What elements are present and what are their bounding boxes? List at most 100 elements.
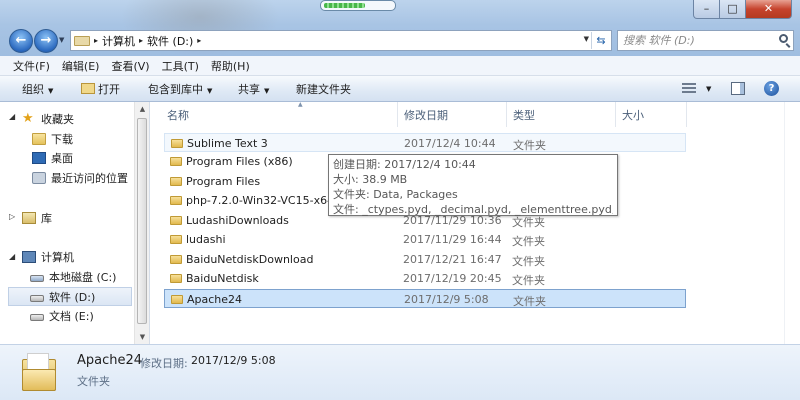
column-name[interactable]: 名称 bbox=[162, 102, 398, 127]
file-name: LudashiDownloads bbox=[186, 214, 289, 227]
scrollbar-thumb[interactable] bbox=[137, 118, 147, 324]
computer-icon bbox=[22, 250, 36, 263]
view-dropdown-icon[interactable]: ▼ bbox=[706, 85, 711, 93]
library-icon bbox=[22, 211, 36, 224]
recent-pages-dropdown[interactable]: ▼ bbox=[59, 36, 64, 44]
recent-places-icon bbox=[32, 171, 46, 184]
address-dropdown-icon[interactable]: ▼ bbox=[584, 35, 589, 43]
back-button[interactable]: ← bbox=[9, 29, 33, 53]
drive-icon bbox=[30, 294, 44, 302]
include-in-library-button[interactable]: 包含到库中 ▼ bbox=[148, 81, 212, 97]
expand-arrow-icon[interactable]: ◢ bbox=[9, 112, 15, 121]
search-input[interactable] bbox=[618, 31, 768, 50]
folder-icon bbox=[171, 139, 183, 148]
navigation-scrollbar[interactable]: ▲ ▼ bbox=[134, 102, 149, 344]
sidebar-item-label: 软件 (D:) bbox=[49, 290, 96, 304]
sidebar-item-label: 本地磁盘 (C:) bbox=[49, 270, 117, 284]
sidebar-item-label: 下载 bbox=[51, 132, 73, 146]
file-row[interactable]: BaiduNetdisk 2017/12/19 20:45 文件夹 bbox=[164, 269, 686, 288]
menu-view[interactable]: 查看(V) bbox=[111, 58, 149, 74]
help-icon[interactable]: ? bbox=[764, 81, 779, 96]
search-icon[interactable] bbox=[779, 34, 788, 43]
breadcrumb-arrow-icon[interactable]: ▸ bbox=[94, 36, 98, 45]
file-type: 文件夹 bbox=[513, 295, 546, 308]
file-row-selected[interactable]: Apache24 2017/12/9 5:08 文件夹 bbox=[164, 289, 686, 308]
open-button[interactable]: 打开 bbox=[81, 81, 120, 97]
file-name: BaiduNetdisk bbox=[186, 272, 259, 285]
sidebar-item-drive-d[interactable]: 软件 (D:) bbox=[8, 287, 132, 306]
details-pane: Apache24 修改日期: 2017/12/9 5:08 文件夹 bbox=[0, 344, 800, 400]
column-date-modified[interactable]: 修改日期 bbox=[399, 102, 507, 127]
tooltip-size: 大小: 38.9 MB bbox=[333, 173, 408, 186]
loading-indicator-fill bbox=[324, 3, 365, 8]
downloads-folder-icon bbox=[32, 132, 46, 145]
sidebar-item-label: 文档 (E:) bbox=[49, 309, 94, 323]
include-library-label: 包含到库中 bbox=[148, 83, 203, 96]
view-options-icon[interactable] bbox=[682, 83, 696, 94]
tooltip-created: 创建日期: 2017/12/4 10:44 bbox=[333, 158, 476, 171]
breadcrumb-arrow-icon[interactable]: ▸ bbox=[197, 36, 201, 45]
expand-arrow-icon[interactable]: ▷ bbox=[9, 212, 15, 221]
folder-info-tooltip: 创建日期: 2017/12/4 10:44 大小: 38.9 MB 文件夹: D… bbox=[328, 154, 618, 216]
file-name: ludashi bbox=[186, 233, 226, 246]
chevron-down-icon: ▼ bbox=[264, 87, 270, 95]
new-folder-button[interactable]: 新建文件夹 bbox=[296, 81, 351, 97]
sidebar-item-label: 最近访问的位置 bbox=[51, 171, 128, 185]
file-type: 文件夹 bbox=[512, 274, 545, 287]
folder-icon bbox=[170, 177, 182, 186]
share-button[interactable]: 共享 ▼ bbox=[238, 81, 269, 97]
drive-icon bbox=[30, 313, 44, 321]
column-size[interactable]: 大小 bbox=[617, 102, 687, 127]
column-header-row: ▲ 名称 修改日期 类型 大小 bbox=[150, 101, 800, 127]
file-name: Sublime Text 3 bbox=[187, 137, 268, 150]
folder-icon bbox=[170, 216, 182, 225]
file-type: 文件夹 bbox=[512, 255, 545, 268]
menu-file[interactable]: 文件(F) bbox=[13, 58, 50, 74]
menu-help[interactable]: 帮助(H) bbox=[211, 58, 250, 74]
folder-icon bbox=[22, 351, 56, 391]
folder-icon bbox=[170, 235, 182, 244]
folder-icon bbox=[170, 157, 182, 166]
file-name: php-7.2.0-Win32-VC15-x64 bbox=[186, 194, 335, 207]
breadcrumb-computer[interactable]: 计算机 bbox=[102, 33, 135, 49]
search-box[interactable] bbox=[617, 30, 794, 51]
open-folder-icon bbox=[81, 83, 95, 94]
file-name: Apache24 bbox=[187, 293, 243, 306]
navigation-pane: ◢ ★ 收藏夹 下载 桌面 最近访问的位置 ▷ 库 ◢ 计算机 本地磁盘 (C:… bbox=[0, 102, 150, 344]
open-label: 打开 bbox=[98, 83, 120, 96]
sidebar-item-label: 收藏夹 bbox=[41, 112, 74, 126]
refresh-icon[interactable]: ⇆ bbox=[591, 32, 610, 49]
maximize-button[interactable]: □ bbox=[720, 0, 746, 19]
menu-tools[interactable]: 工具(T) bbox=[162, 58, 199, 74]
forward-button[interactable]: → bbox=[34, 29, 58, 53]
file-name: BaiduNetdiskDownload bbox=[186, 253, 314, 266]
scroll-down-icon[interactable]: ▼ bbox=[135, 333, 150, 341]
details-modified-label: 修改日期: bbox=[140, 357, 188, 370]
file-name: Program Files (x86) bbox=[186, 155, 293, 168]
folder-icon bbox=[171, 295, 183, 304]
chevron-down-icon: ▼ bbox=[48, 87, 54, 95]
file-list: ▲ 名称 修改日期 类型 大小 Sublime Text 3 2017/12/4… bbox=[150, 101, 800, 344]
breadcrumb-drive-d[interactable]: 软件 (D:) bbox=[147, 33, 193, 49]
scroll-up-icon[interactable]: ▲ bbox=[135, 105, 150, 113]
close-button[interactable]: ✕ bbox=[746, 0, 792, 19]
file-row[interactable]: ludashi 2017/11/29 16:44 文件夹 bbox=[164, 230, 686, 249]
system-drive-icon bbox=[30, 274, 44, 282]
minimize-button[interactable]: – bbox=[693, 0, 720, 19]
expand-arrow-icon[interactable]: ◢ bbox=[9, 252, 15, 261]
file-date: 2017/12/19 20:45 bbox=[403, 272, 502, 285]
file-row[interactable]: BaiduNetdiskDownload 2017/12/21 16:47 文件… bbox=[164, 250, 686, 269]
column-type[interactable]: 类型 bbox=[508, 102, 616, 127]
file-date: 2017/12/4 10:44 bbox=[404, 137, 496, 150]
tooltip-folders: 文件夹: Data, Packages bbox=[333, 188, 458, 201]
breadcrumb-arrow-icon[interactable]: ▸ bbox=[139, 36, 143, 45]
address-bar[interactable]: ▸ 计算机 ▸ 软件 (D:) ▸ ▼ ⇆ bbox=[70, 30, 612, 51]
file-date: 2017/12/9 5:08 bbox=[404, 293, 489, 306]
file-row[interactable]: Sublime Text 3 2017/12/4 10:44 文件夹 bbox=[164, 133, 686, 152]
preview-pane-icon[interactable] bbox=[731, 82, 745, 95]
star-icon: ★ bbox=[22, 110, 34, 126]
sidebar-item-label: 桌面 bbox=[51, 151, 73, 165]
file-type: 文件夹 bbox=[513, 139, 546, 152]
organize-button[interactable]: 组织 ▼ bbox=[22, 81, 53, 97]
menu-edit[interactable]: 编辑(E) bbox=[62, 58, 100, 74]
